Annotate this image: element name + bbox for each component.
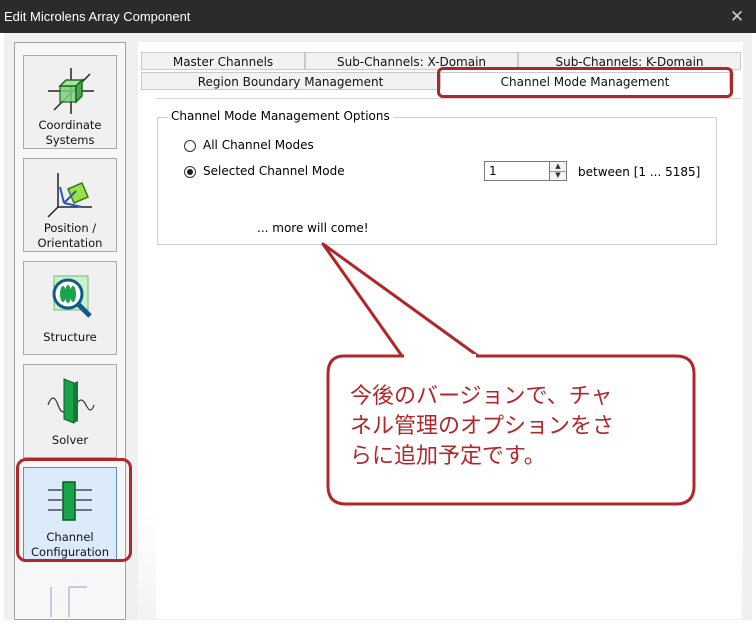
callout-bubble <box>321 242 696 506</box>
callout-line: ネル管理のオプションをさ <box>350 414 615 439</box>
callout-line: 今後のバージョンで、チャ <box>350 384 613 409</box>
callout-line: らに追加予定です。 <box>350 444 546 469</box>
callout-text: 今後のバージョンで、チャ ネル管理のオプションをさ らに追加予定です。 <box>350 382 680 472</box>
